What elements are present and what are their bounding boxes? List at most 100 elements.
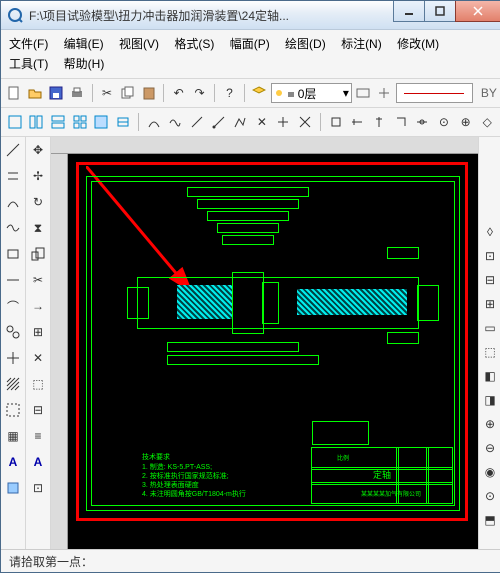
drawing-canvas[interactable]: 技术要求 1. 制造: KS-5.PT-ASS; 2. 按标准执行国家规范标准;… xyxy=(68,154,478,549)
menu-file[interactable]: 文件(F) xyxy=(9,37,48,51)
array-tool-icon[interactable]: ⊞ xyxy=(27,321,49,343)
erase-tool-icon[interactable]: ✕ xyxy=(27,347,49,369)
right-toolbar: ◊ ⊡ ⊟ ⊞ ▭ ⬚ ◧ ◨ ⊕ ⊖ ◉ ⊙ ⬒ xyxy=(478,137,500,549)
rcol-8-icon[interactable]: ◨ xyxy=(480,390,500,410)
menu-format[interactable]: 格式(S) xyxy=(174,37,214,51)
view3-icon[interactable] xyxy=(48,112,68,132)
status-prompt: 请拾取第一点： xyxy=(9,553,93,570)
spline-tool-icon[interactable]: ⌒ xyxy=(2,295,24,317)
arc1-icon[interactable] xyxy=(144,112,164,132)
ruler-horizontal xyxy=(51,137,478,154)
hatch-tool-icon[interactable] xyxy=(2,373,24,395)
arc2-icon[interactable] xyxy=(165,112,185,132)
rcol-12-icon[interactable]: ⊙ xyxy=(480,486,500,506)
menu-annotate[interactable]: 标注(N) xyxy=(341,37,382,51)
rect-tool-icon[interactable] xyxy=(2,243,24,265)
trim-tool-icon[interactable]: ✂ xyxy=(27,269,49,291)
scale-tool-icon[interactable] xyxy=(27,243,49,265)
app-icon xyxy=(7,7,23,23)
menu-draw[interactable]: 绘图(D) xyxy=(285,37,326,51)
sym6-icon[interactable]: ⊙ xyxy=(434,112,454,132)
poly-tool-icon[interactable] xyxy=(2,321,24,343)
notes-title: 技术要求 xyxy=(142,453,170,462)
maximize-button[interactable] xyxy=(424,1,456,22)
rcol-11-icon[interactable]: ◉ xyxy=(480,462,500,482)
line2-icon[interactable] xyxy=(209,112,229,132)
rcol-13-icon[interactable]: ⬒ xyxy=(480,510,500,530)
measure-tool-icon[interactable]: A xyxy=(27,451,49,473)
redo-icon[interactable]: ↷ xyxy=(190,83,209,103)
new-icon[interactable] xyxy=(5,83,24,103)
view2-icon[interactable] xyxy=(27,112,47,132)
rcol-2-icon[interactable]: ⊡ xyxy=(480,246,500,266)
break-tool-icon[interactable]: ⊟ xyxy=(27,399,49,421)
pline-tool-icon[interactable] xyxy=(2,165,24,187)
rcol-4-icon[interactable]: ⊞ xyxy=(480,294,500,314)
layer-props-icon[interactable] xyxy=(354,83,373,103)
rcol-6-icon[interactable]: ⬚ xyxy=(480,342,500,362)
line-tool-icon[interactable] xyxy=(2,139,24,161)
cad-drawing: 技术要求 1. 制造: KS-5.PT-ASS; 2. 按标准执行国家规范标准;… xyxy=(86,176,460,511)
block-tool-icon[interactable] xyxy=(2,477,24,499)
sym4-icon[interactable] xyxy=(391,112,411,132)
layers-icon[interactable] xyxy=(250,83,269,103)
undo-icon[interactable]: ↶ xyxy=(169,83,188,103)
minimize-button[interactable] xyxy=(393,1,425,22)
sketch-tool-icon[interactable]: ▦ xyxy=(2,425,24,447)
arc-tool-icon[interactable] xyxy=(2,217,24,239)
rcol-9-icon[interactable]: ⊕ xyxy=(480,414,500,434)
crop-tool-icon[interactable] xyxy=(2,399,24,421)
circle-tool-icon[interactable] xyxy=(2,191,24,213)
pan-tool-icon[interactable]: ✢ xyxy=(27,165,49,187)
rcol-3-icon[interactable]: ⊟ xyxy=(480,270,500,290)
line1-icon[interactable] xyxy=(187,112,207,132)
linetype-selector[interactable] xyxy=(396,83,473,103)
rcol-1-icon[interactable]: ◊ xyxy=(480,222,500,242)
ellipse-tool-icon[interactable] xyxy=(2,269,24,291)
sym5-icon[interactable] xyxy=(413,112,433,132)
extend-tool-icon[interactable]: → xyxy=(27,295,49,317)
paste-icon[interactable] xyxy=(139,83,158,103)
layer-tool-icon[interactable] xyxy=(375,83,394,103)
menu-help[interactable]: 帮助(H) xyxy=(64,57,105,71)
attr-tool-icon[interactable]: ⊡ xyxy=(27,477,49,499)
rotate-tool-icon[interactable]: ↻ xyxy=(27,191,49,213)
open-icon[interactable] xyxy=(26,83,45,103)
menu-modify[interactable]: 修改(M) xyxy=(397,37,439,51)
menu-edit[interactable]: 编辑(E) xyxy=(64,37,104,51)
view1-icon[interactable] xyxy=(5,112,25,132)
visibility-icon xyxy=(274,88,284,98)
menu-view[interactable]: 视图(V) xyxy=(119,37,159,51)
sym2-icon[interactable] xyxy=(348,112,368,132)
print-icon[interactable] xyxy=(68,83,87,103)
rcol-5-icon[interactable]: ▭ xyxy=(480,318,500,338)
text-tool-icon[interactable]: A xyxy=(2,451,24,473)
rcol-10-icon[interactable]: ⊖ xyxy=(480,438,500,458)
sym7-icon[interactable]: ⊕ xyxy=(456,112,476,132)
poly2-icon[interactable]: ✕ xyxy=(252,112,272,132)
layer-selector[interactable]: 0层 ▾ xyxy=(271,83,352,103)
notes-line: 1. 制造: KS-5.PT-ASS; xyxy=(142,463,212,472)
sym3-icon[interactable] xyxy=(369,112,389,132)
mirror-tool-icon[interactable]: ⧗ xyxy=(27,217,49,239)
rcol-7-icon[interactable]: ◧ xyxy=(480,366,500,386)
copy-icon[interactable] xyxy=(118,83,137,103)
poly4-icon[interactable] xyxy=(295,112,315,132)
cut-icon[interactable]: ✂ xyxy=(98,83,117,103)
poly1-icon[interactable] xyxy=(230,112,250,132)
menu-tools[interactable]: 工具(T) xyxy=(9,57,48,71)
dim-tool-icon[interactable] xyxy=(2,347,24,369)
pick-tool-icon[interactable]: ⬚ xyxy=(27,373,49,395)
sym1-icon[interactable] xyxy=(326,112,346,132)
view4-icon[interactable] xyxy=(70,112,90,132)
align-tool-icon[interactable]: ≡ xyxy=(27,425,49,447)
menu-canvas[interactable]: 幅面(P) xyxy=(230,37,270,51)
view5-icon[interactable] xyxy=(92,112,112,132)
close-button[interactable] xyxy=(455,1,500,22)
move-tool-icon[interactable]: ✥ xyxy=(27,139,49,161)
help-icon[interactable]: ? xyxy=(220,83,239,103)
view6-icon[interactable] xyxy=(113,112,133,132)
poly3-icon[interactable] xyxy=(274,112,294,132)
save-icon[interactable] xyxy=(47,83,66,103)
sym8-icon[interactable]: ◇ xyxy=(477,112,497,132)
